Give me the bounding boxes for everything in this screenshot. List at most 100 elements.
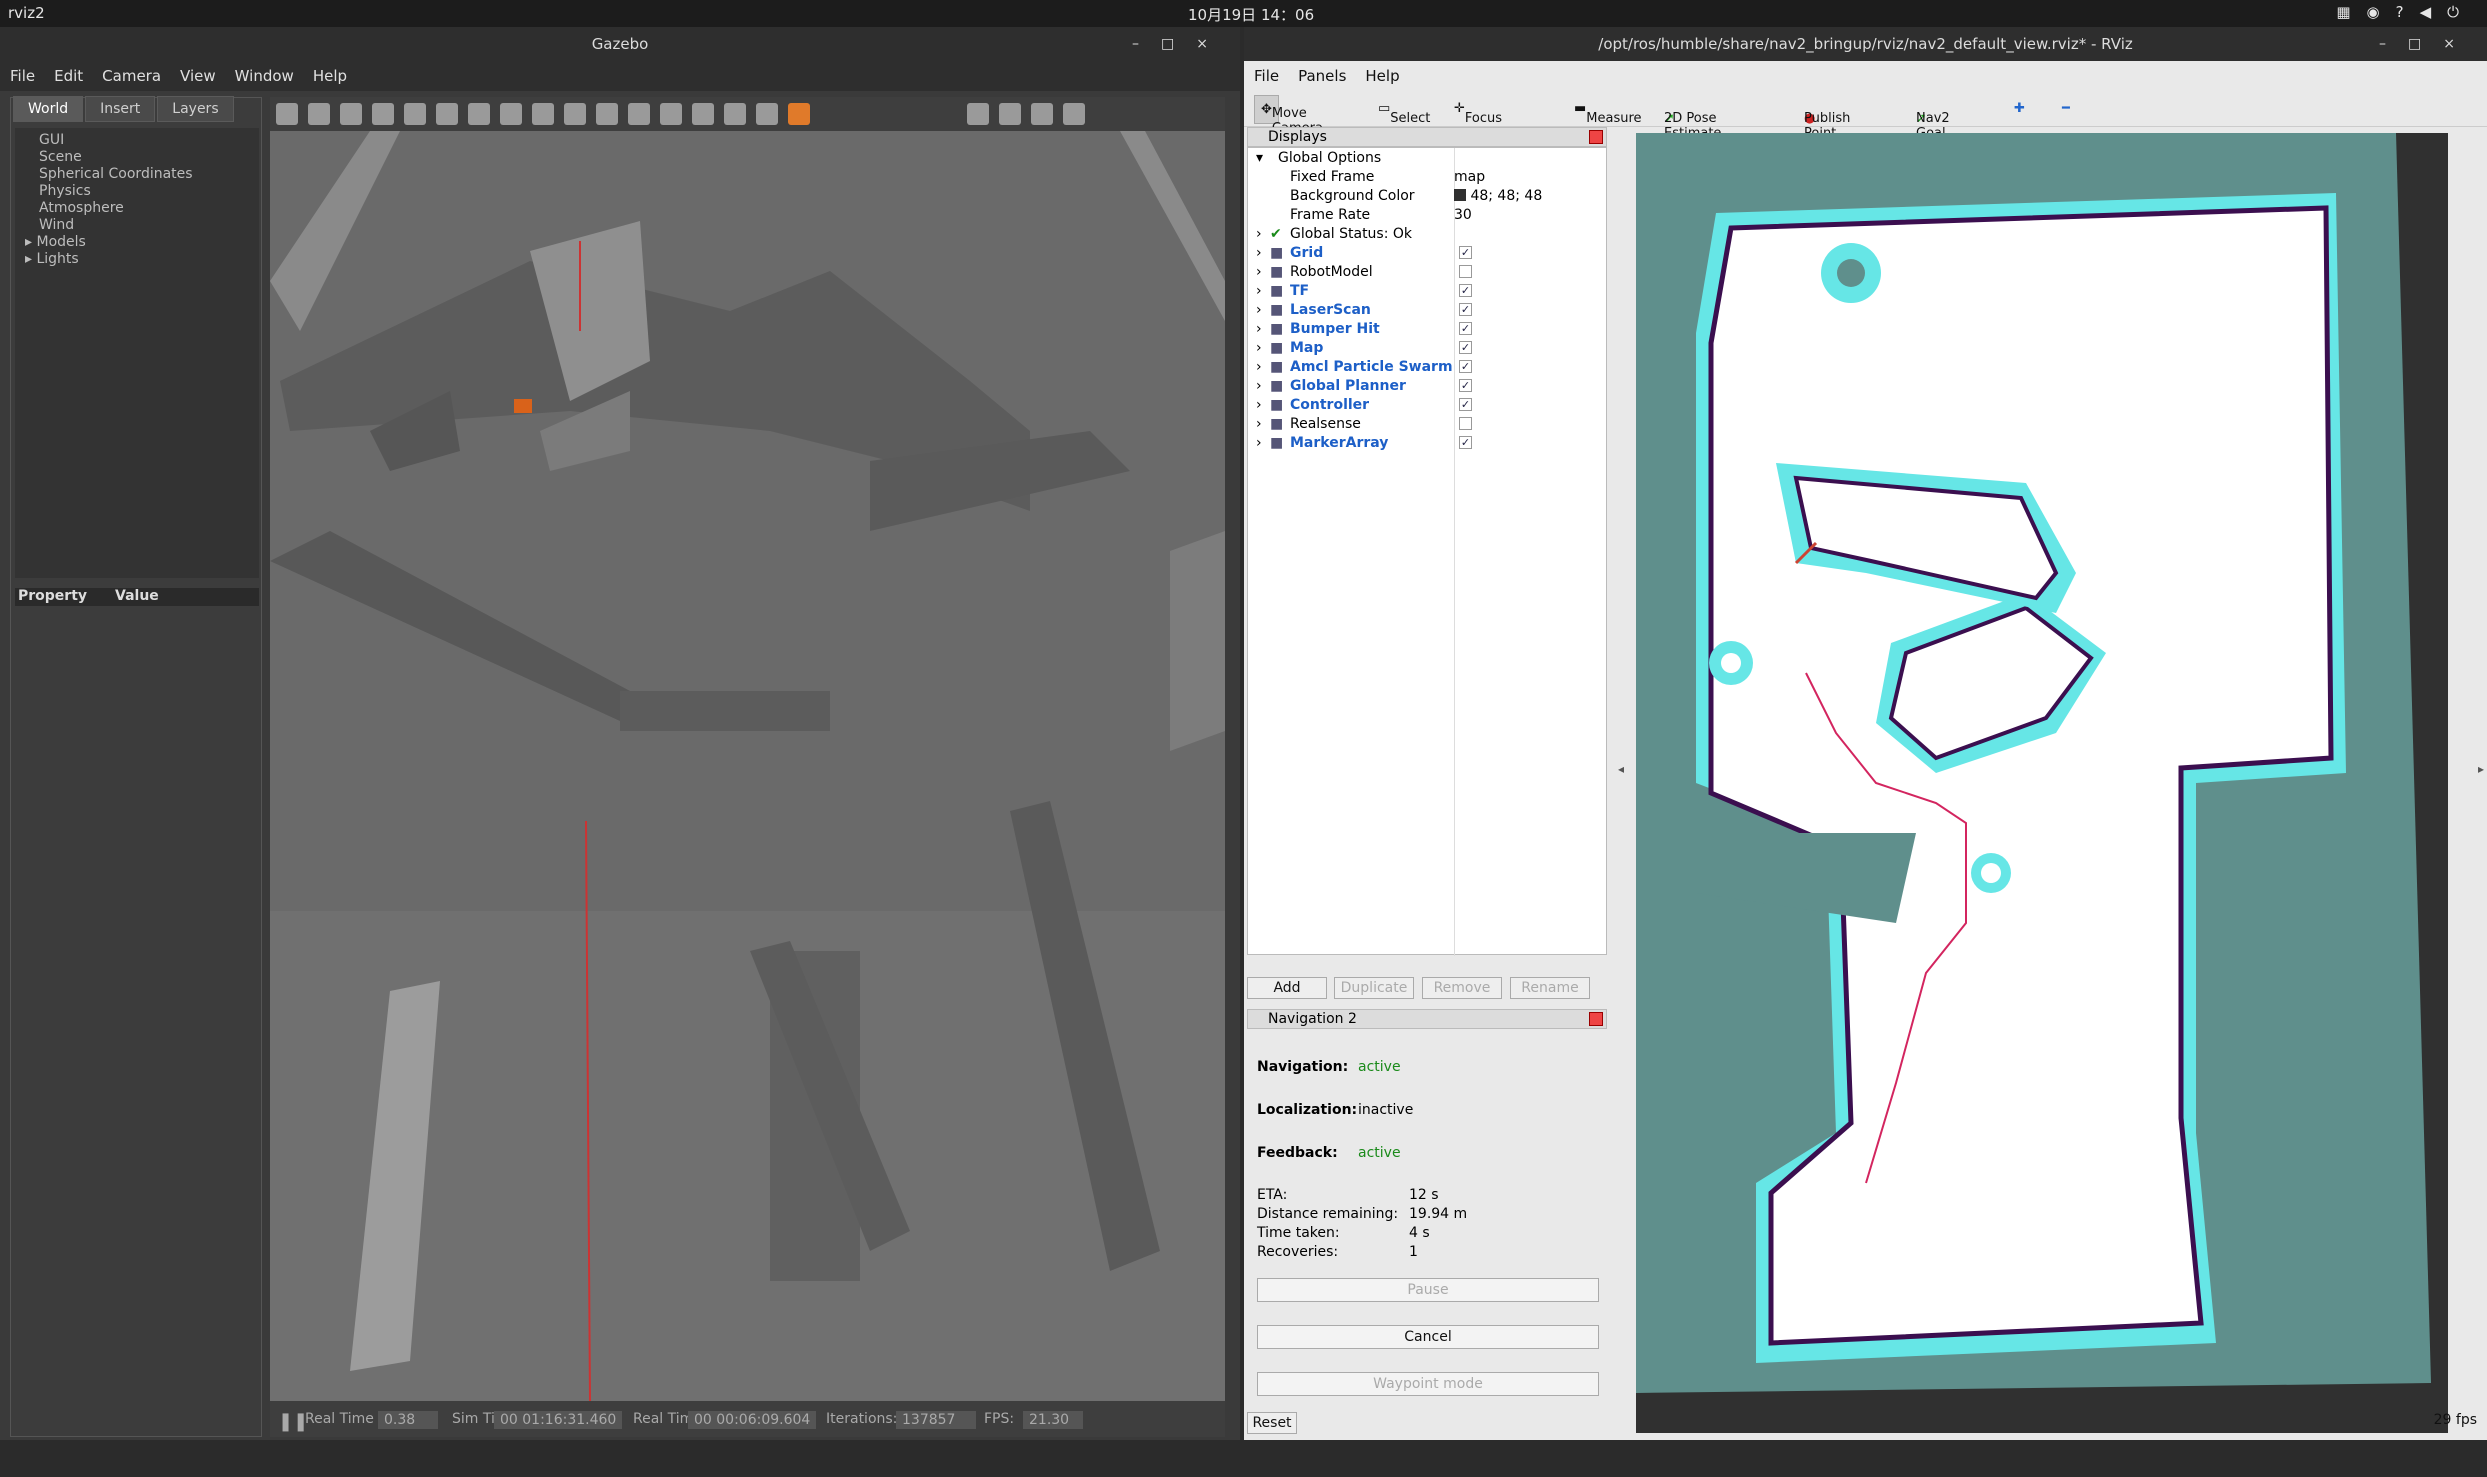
remove-tool-icon[interactable]: ━	[2062, 101, 2070, 116]
row-value[interactable]: map	[1454, 169, 1485, 185]
tool-focus-camera[interactable]: ✛ Focus Camera	[1454, 101, 1516, 141]
display-item-row[interactable]: › ■ MarkerArray ✓	[1248, 433, 1606, 452]
select-icon[interactable]	[276, 103, 298, 125]
remove-button[interactable]: Remove	[1422, 977, 1502, 999]
tree-item[interactable]: Physics	[39, 183, 259, 200]
display-item-checkbox[interactable]: ✓	[1459, 246, 1472, 259]
tree-item[interactable]: Wind	[39, 217, 259, 234]
global-options-row[interactable]: ▾ Global Options	[1248, 148, 1606, 167]
system-tray-icons[interactable]: ▦◉?◀⏻	[2336, 3, 2475, 21]
display-item-row[interactable]: › ■ Amcl Particle Swarm ✓	[1248, 357, 1606, 376]
snap-icon[interactable]	[756, 103, 778, 125]
menu-view[interactable]: View	[170, 61, 225, 85]
fixed-frame-row[interactable]: Fixed Frame map	[1248, 167, 1606, 186]
reset-button[interactable]: Reset	[1247, 1412, 1297, 1434]
record-icon[interactable]	[1063, 103, 1086, 125]
menu-file[interactable]: File	[1244, 61, 1288, 85]
highlight-icon[interactable]	[788, 103, 810, 125]
expand-icon[interactable]: ›	[1256, 359, 1262, 375]
tree-item[interactable]: GUI	[39, 132, 259, 149]
frame-rate-row[interactable]: Frame Rate 30	[1248, 205, 1606, 224]
tool-select[interactable]: ▭ Select	[1378, 101, 1430, 126]
add-button[interactable]: Add	[1247, 977, 1327, 999]
display-item-checkbox[interactable]	[1459, 265, 1472, 278]
window-controls[interactable]: –□×	[1132, 27, 1230, 61]
collapse-left-icon[interactable]: ◂	[1618, 762, 1624, 782]
expand-icon[interactable]: ›	[1256, 302, 1262, 318]
expand-icon[interactable]: ›	[1256, 416, 1262, 432]
window-controls[interactable]: –□×	[2379, 27, 2477, 61]
rotate-icon[interactable]	[340, 103, 362, 125]
tab-insert[interactable]: Insert	[85, 96, 156, 122]
menu-help[interactable]: Help	[303, 61, 356, 85]
expand-icon[interactable]: ›	[1256, 245, 1262, 261]
expand-icon[interactable]: ›	[1256, 378, 1262, 394]
row-value[interactable]: 48; 48; 48	[1454, 188, 1542, 204]
screenshot-icon[interactable]	[967, 103, 990, 125]
tool-measure[interactable]: ▬ Measure	[1574, 101, 1642, 126]
menu-edit[interactable]: Edit	[44, 61, 92, 85]
expand-icon[interactable]: ›	[1256, 340, 1262, 356]
display-item-checkbox[interactable]: ✓	[1459, 284, 1472, 297]
redo-icon[interactable]	[436, 103, 458, 125]
light-icon[interactable]	[564, 103, 586, 125]
global-status-row[interactable]: › ✔ Global Status: Ok	[1248, 224, 1606, 243]
menu-panels[interactable]: Panels	[1288, 61, 1355, 85]
expand-icon[interactable]: ▾	[1256, 150, 1263, 166]
display-item-checkbox[interactable]: ✓	[1459, 341, 1472, 354]
display-item-row[interactable]: › ■ Map ✓	[1248, 338, 1606, 357]
display-item-row[interactable]: › ■ Grid ✓	[1248, 243, 1606, 262]
log-icon[interactable]	[999, 103, 1022, 125]
undo-icon[interactable]	[404, 103, 426, 125]
tree-item[interactable]: ▸ Models	[25, 234, 259, 251]
tree-item[interactable]: Scene	[39, 149, 259, 166]
expand-icon[interactable]: ›	[1256, 397, 1262, 413]
scale-icon[interactable]	[372, 103, 394, 125]
display-item-checkbox[interactable]: ✓	[1459, 322, 1472, 335]
rviz-3d-view[interactable]	[1636, 133, 2448, 1433]
display-item-checkbox[interactable]: ✓	[1459, 303, 1472, 316]
pause-button[interactable]: Pause	[1257, 1278, 1599, 1302]
display-item-checkbox[interactable]: ✓	[1459, 360, 1472, 373]
menu-help[interactable]: Help	[1355, 61, 1408, 85]
display-item-row[interactable]: › ■ Realsense	[1248, 414, 1606, 433]
rename-button[interactable]: Rename	[1510, 977, 1590, 999]
close-icon[interactable]	[1589, 1012, 1603, 1026]
tree-item[interactable]: Atmosphere	[39, 200, 259, 217]
waypoint-mode-button[interactable]: Waypoint mode	[1257, 1372, 1599, 1396]
display-item-row[interactable]: › ■ Global Planner ✓	[1248, 376, 1606, 395]
paste-icon[interactable]	[692, 103, 714, 125]
tool-move-camera[interactable]: ✥ Move Camera	[1254, 95, 1323, 136]
gazebo-3d-view[interactable]: ❚❚ Real Time Factor: 0.38 Sim Time: 00 0…	[270, 97, 1225, 1437]
cylinder-icon[interactable]	[532, 103, 554, 125]
display-item-checkbox[interactable]: ✓	[1459, 398, 1472, 411]
menu-camera[interactable]: Camera	[92, 61, 170, 85]
display-item-row[interactable]: › ■ TF ✓	[1248, 281, 1606, 300]
cancel-button[interactable]: Cancel	[1257, 1325, 1599, 1349]
expand-icon[interactable]: ›	[1256, 264, 1262, 280]
close-icon[interactable]	[1589, 130, 1603, 144]
collapse-right-icon[interactable]: ▸	[2478, 762, 2484, 782]
menu-file[interactable]: File	[0, 61, 44, 85]
dirlight-icon[interactable]	[628, 103, 650, 125]
pause-icon[interactable]: ❚❚	[278, 1411, 308, 1432]
plot-icon[interactable]	[1031, 103, 1054, 125]
tab-layers[interactable]: Layers	[157, 96, 234, 122]
copy-icon[interactable]	[660, 103, 682, 125]
spotlight-icon[interactable]	[596, 103, 618, 125]
sphere-icon[interactable]	[500, 103, 522, 125]
display-item-row[interactable]: › ■ Controller ✓	[1248, 395, 1606, 414]
tree-item[interactable]: ▸ Lights	[25, 251, 259, 268]
display-item-row[interactable]: › ■ RobotModel	[1248, 262, 1606, 281]
display-item-checkbox[interactable]: ✓	[1459, 436, 1472, 449]
display-item-checkbox[interactable]: ✓	[1459, 379, 1472, 392]
add-tool-icon[interactable]: ✚	[2014, 101, 2025, 116]
expand-icon[interactable]: ›	[1256, 321, 1262, 337]
expand-icon[interactable]: ›	[1256, 226, 1262, 242]
expand-icon[interactable]: ›	[1256, 435, 1262, 451]
row-value[interactable]: 30	[1454, 207, 1472, 223]
expand-icon[interactable]: ›	[1256, 283, 1262, 299]
tree-item[interactable]: Spherical Coordinates	[39, 166, 259, 183]
bg-color-row[interactable]: Background Color 48; 48; 48	[1248, 186, 1606, 205]
tab-world[interactable]: World	[13, 96, 84, 122]
